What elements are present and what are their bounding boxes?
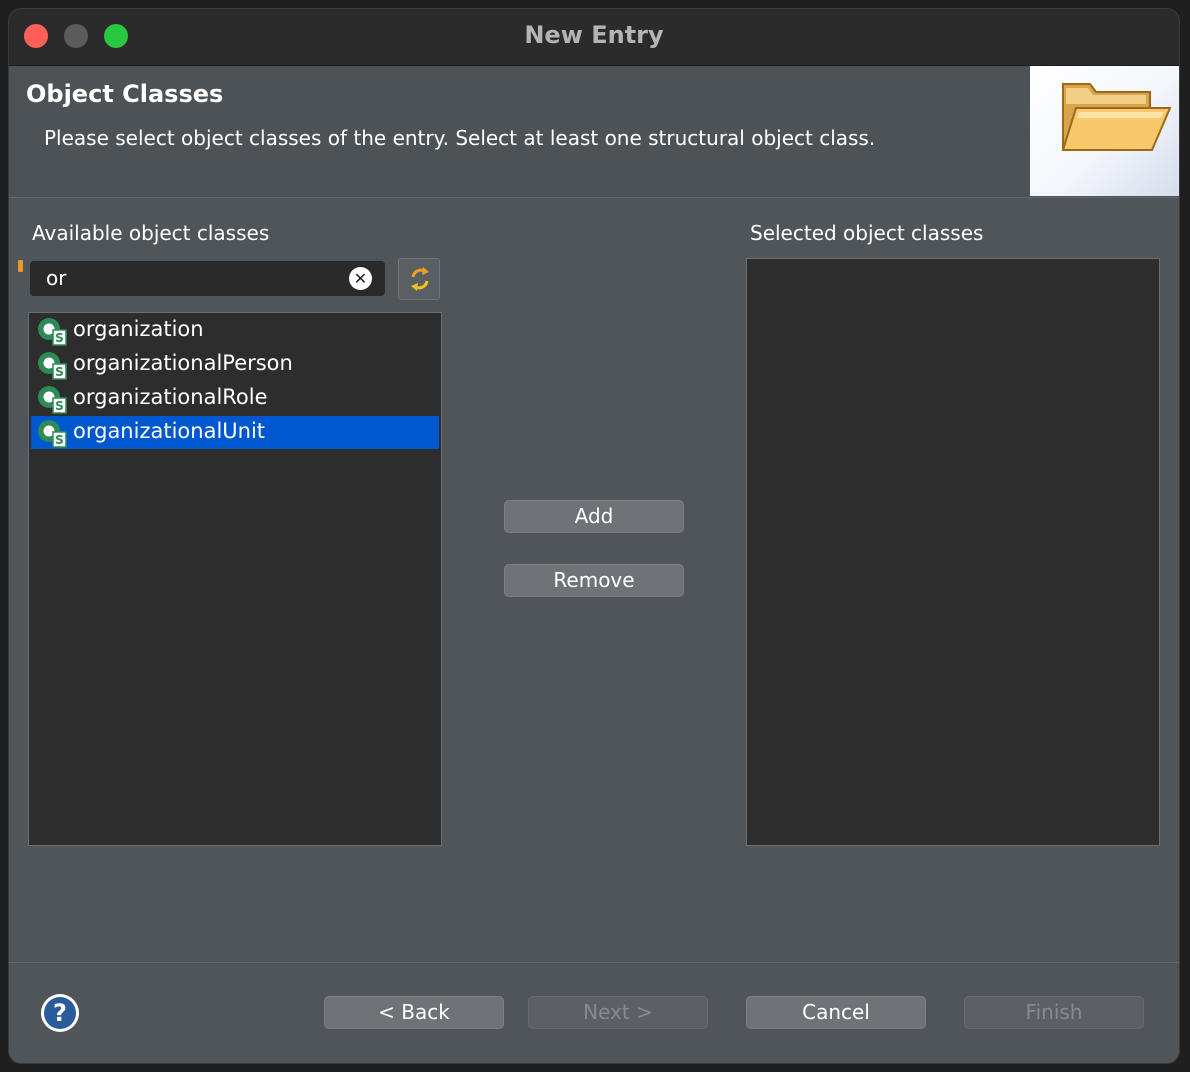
list-item-selected[interactable]: S organizationalUnit [31, 416, 439, 449]
available-classes-list[interactable]: S organization S organizationalPerson S … [28, 312, 442, 846]
svg-text:S: S [55, 331, 64, 345]
filter-field[interactable]: ✕ [30, 261, 385, 296]
available-classes-label: Available object classes [32, 221, 270, 245]
object-class-icon: S [38, 420, 67, 448]
list-item[interactable]: S organizationalPerson [31, 348, 439, 381]
list-item-label: organizationalUnit [73, 419, 266, 443]
filter-input[interactable] [38, 263, 346, 293]
refresh-icon [411, 267, 429, 291]
next-button[interactable]: Next > [528, 996, 708, 1029]
svg-text:S: S [55, 433, 64, 447]
svg-text:S: S [55, 399, 64, 413]
object-class-icon: S [38, 318, 67, 346]
title-bar[interactable]: New Entry [9, 9, 1179, 66]
list-item[interactable]: S organizationalRole [31, 382, 439, 415]
window-title: New Entry [524, 21, 664, 49]
add-button[interactable]: Add [504, 500, 684, 533]
folder-icon [1061, 83, 1172, 151]
list-item[interactable]: S organization [31, 314, 439, 347]
selected-classes-list[interactable] [746, 258, 1160, 846]
list-item-label: organization [73, 317, 204, 341]
help-icon[interactable]: ? [41, 994, 79, 1032]
object-class-icon: S [38, 386, 67, 414]
svg-text:S: S [55, 365, 64, 379]
filter-marker [18, 260, 23, 272]
object-class-icon: S [38, 352, 67, 380]
help-icon-glyph: ? [44, 997, 76, 1029]
page-title: Object Classes [26, 80, 224, 108]
selected-classes-label: Selected object classes [750, 221, 984, 245]
back-button[interactable]: < Back [324, 996, 504, 1029]
page-description: Please select object classes of the entr… [44, 126, 876, 150]
footer-divider [9, 962, 1179, 963]
new-entry-dialog: New Entry Object Classes Please select o… [9, 9, 1179, 1063]
list-item-label: organizationalPerson [73, 351, 293, 375]
header-image [1030, 66, 1179, 196]
wizard-header: Object Classes Please select object clas… [9, 66, 1179, 198]
finish-button[interactable]: Finish [964, 996, 1144, 1029]
refresh-button[interactable] [398, 258, 440, 300]
cancel-button[interactable]: Cancel [746, 996, 926, 1029]
clear-icon[interactable]: ✕ [349, 267, 372, 290]
list-item-label: organizationalRole [73, 385, 268, 409]
remove-button[interactable]: Remove [504, 564, 684, 597]
